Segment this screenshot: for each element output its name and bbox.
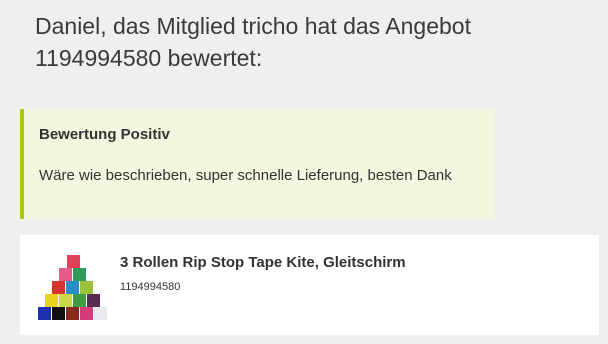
page-title: Daniel, das Mitglied tricho hat das Ange… xyxy=(35,13,471,71)
product-title[interactable]: 3 Rollen Rip Stop Tape Kite, Gleitschirm xyxy=(120,254,406,271)
review-rating-title: Bewertung Positiv xyxy=(39,126,170,143)
product-card[interactable]: 3 Rollen Rip Stop Tape Kite, Gleitschirm… xyxy=(20,235,599,335)
review-box: Bewertung Positiv Wäre wie beschrieben, … xyxy=(20,109,494,219)
product-image[interactable] xyxy=(32,249,112,321)
product-id: 1194994580 xyxy=(120,281,181,293)
review-comment: Wäre wie beschrieben, super schnelle Lie… xyxy=(39,167,452,184)
